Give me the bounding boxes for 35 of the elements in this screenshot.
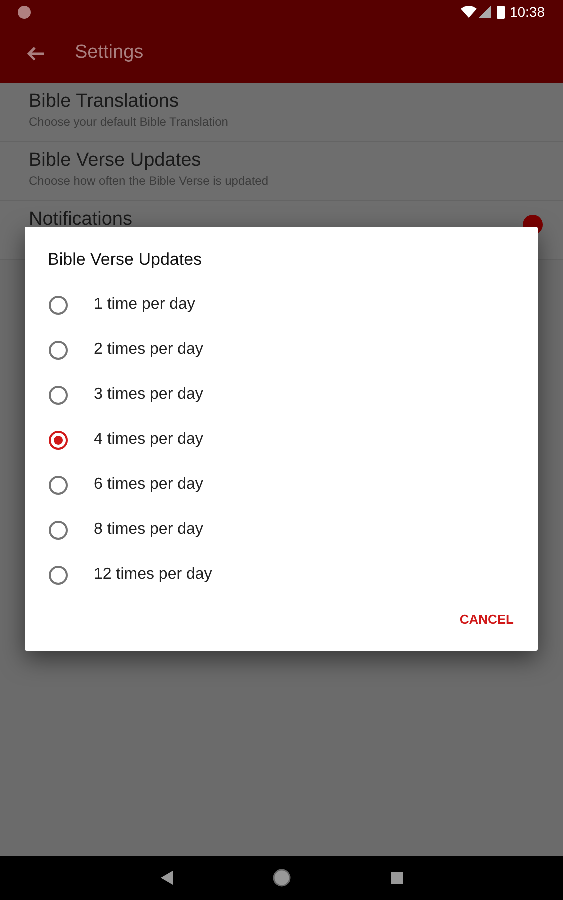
status-time: 10:38: [510, 2, 545, 22]
radio-option[interactable]: 3 times per day: [25, 372, 538, 418]
radio-button[interactable]: [49, 386, 68, 404]
radio-option[interactable]: 12 times per day: [25, 552, 538, 598]
setting-title: Notifications: [29, 208, 132, 232]
back-triangle-icon[interactable]: [160, 871, 172, 885]
option-label: 2 times per day: [94, 340, 204, 360]
radio-button[interactable]: [49, 476, 68, 494]
radio-option[interactable]: 4 times per day: [25, 418, 538, 462]
square-icon[interactable]: [390, 872, 402, 884]
radio-option[interactable]: 1 time per day: [25, 282, 538, 328]
radio-button[interactable]: [49, 566, 68, 584]
option-label: 6 times per day: [94, 475, 204, 495]
back-arrow-icon: [27, 46, 45, 62]
option-label: 8 times per day: [94, 520, 204, 540]
radio-button[interactable]: [49, 296, 68, 314]
option-label: 1 time per day: [94, 295, 196, 315]
option-label: 12 times per day: [94, 565, 212, 585]
radio-option[interactable]: 8 times per day: [25, 508, 538, 552]
radio-option[interactable]: 2 times per day: [25, 328, 538, 372]
dialog-title: Bible Verse Updates: [48, 249, 204, 271]
setting-title: Bible Verse Updates: [29, 149, 202, 173]
radio-button[interactable]: [49, 520, 68, 540]
signal-icon: [478, 6, 491, 18]
option-label: 3 times per day: [94, 385, 204, 405]
cancel-button[interactable]: CANCEL: [458, 608, 516, 631]
setting-title: Bible Translations: [29, 90, 179, 114]
radio-option[interactable]: 6 times per day: [25, 462, 538, 508]
app-bar-title: Settings: [75, 41, 144, 66]
wifi-icon: [460, 6, 477, 18]
battery-icon: [496, 5, 505, 19]
radio-button[interactable]: [49, 340, 68, 360]
home-circle-icon[interactable]: [272, 869, 290, 887]
option-label: 4 times per day: [94, 430, 204, 450]
radio-button[interactable]: [49, 430, 68, 450]
